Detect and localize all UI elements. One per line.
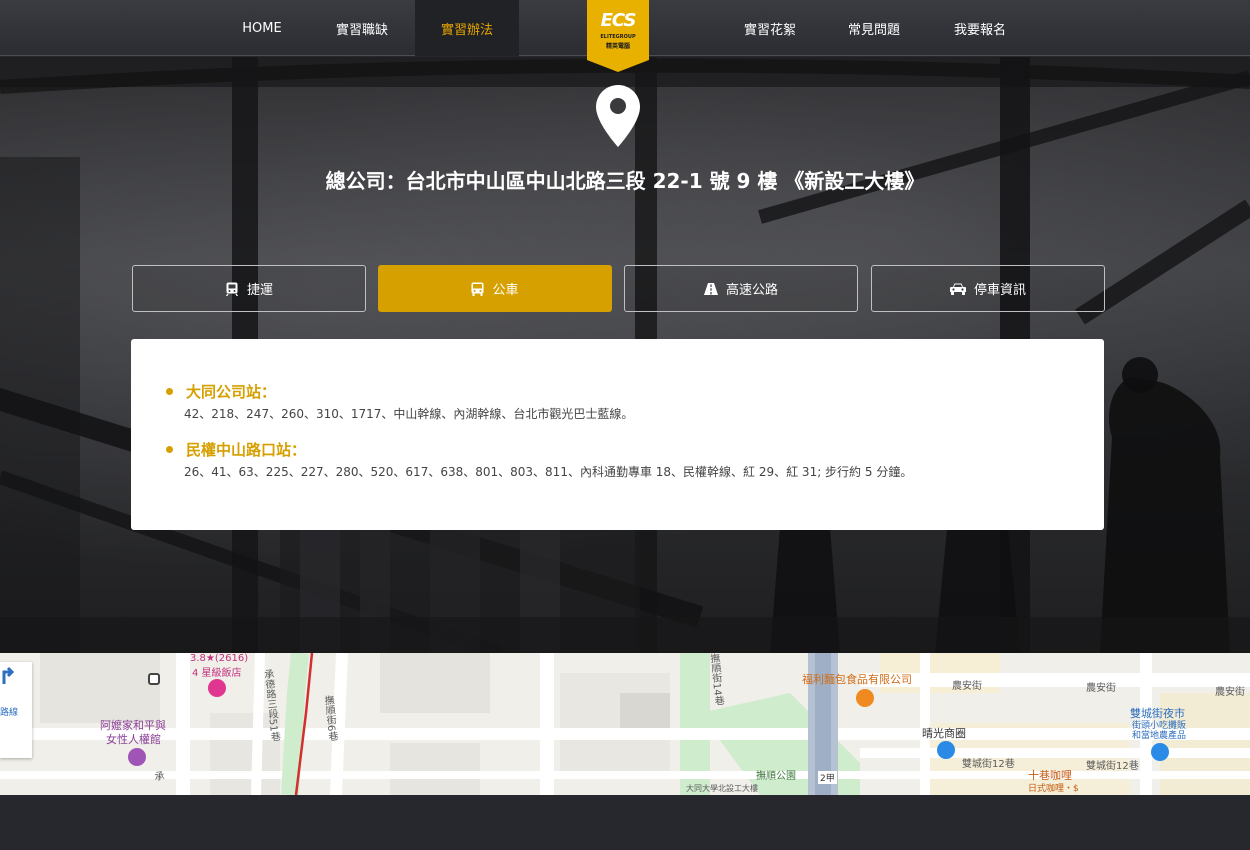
bus-stop-item: 大同公司站： 42、218、247、260、310、1717、中山幹線、內湖幹線… xyxy=(166,381,1104,422)
tab-highway[interactable]: 高速公路 xyxy=(624,265,858,312)
nav-home[interactable]: HOME xyxy=(210,0,314,56)
bus-stop-item: 民權中山路口站： 26、41、63、225、227、280、520、617、63… xyxy=(166,439,1104,480)
map-hotel-rating: 3.8★(2616) xyxy=(190,653,249,664)
map-park-label: 撫順公園 xyxy=(756,771,796,782)
map-shuangcheng-lane-2: 雙城街12巷 xyxy=(1086,761,1139,772)
bullet-icon xyxy=(166,445,173,453)
road-icon xyxy=(703,282,718,295)
page-footer xyxy=(0,795,1250,850)
bullet-icon xyxy=(166,387,173,395)
logo-subtitle-zh: 精英電腦 xyxy=(605,43,630,50)
map-nongan-street-1: 農安街 xyxy=(952,681,982,692)
map-shuangcheng-lane-1: 雙城街12巷 xyxy=(962,759,1015,770)
bus-stop-poi-icon[interactable] xyxy=(148,673,160,685)
car-icon xyxy=(949,283,966,295)
nav-internship-gallery[interactable]: 實習花絮 xyxy=(718,0,822,56)
map-market-label: 晴光商圈 xyxy=(922,727,966,740)
map-building-label: 大同大學北設工大樓 xyxy=(686,784,758,793)
bus-info-card: 大同公司站： 42、218、247、260、310、1717、中山幹線、內湖幹線… xyxy=(131,339,1104,530)
shopping-poi-icon[interactable] xyxy=(937,741,955,759)
headquarters-address: 總公司：台北市中山區中山北路三段 22-1 號 9 樓 《新設工大樓》 xyxy=(325,169,925,193)
nav-internship-jobs[interactable]: 實習職缺 xyxy=(310,0,414,56)
nav-faq[interactable]: 常見問題 xyxy=(822,0,926,56)
restaurant-poi-icon[interactable] xyxy=(856,689,874,707)
map-nongan-street-3: 農安街 xyxy=(1215,687,1245,698)
bus-stop-name: 大同公司站： xyxy=(186,382,277,401)
map-cafe-subtitle: 日式咖哩・$ xyxy=(1028,784,1079,794)
directions-icon xyxy=(2,666,15,684)
tab-parking[interactable]: 停車資訊 xyxy=(871,265,1105,312)
map-nongan-street-2: 農安街 xyxy=(1086,683,1116,694)
tab-metro[interactable]: 捷運 xyxy=(132,265,366,312)
tab-bus[interactable]: 公車 xyxy=(378,265,612,312)
hotel-poi-icon[interactable] xyxy=(208,679,226,697)
logo-subtitle-en: ELITEGROUP xyxy=(600,34,636,40)
bus-stop-routes: 42、218、247、260、310、1717、中山幹線、內湖幹線、台北市觀光巴… xyxy=(184,407,634,421)
map-night-market-line3: 和當地農產品 xyxy=(1132,731,1187,741)
tab-metro-label: 捷運 xyxy=(246,283,273,298)
bus-stop-name: 民權中山路口站： xyxy=(186,440,307,459)
tab-highway-label: 高速公路 xyxy=(725,283,778,298)
map-directions-control[interactable]: 路線 xyxy=(0,662,32,758)
hero-section: 總公司：台北市中山區中山北路三段 22-1 號 9 樓 《新設工大樓》 捷運 公… xyxy=(0,57,1250,653)
bus-icon xyxy=(471,282,484,296)
map-hotel-name: 4 星級飯店 xyxy=(192,668,242,679)
tab-parking-label: 停車資訊 xyxy=(973,283,1026,298)
company-logo[interactable]: ECS ELITEGROUP 精英電腦 xyxy=(587,0,649,72)
nav-register[interactable]: 我要報名 xyxy=(928,0,1032,56)
bus-stop-routes: 26、41、63、225、227、280、520、617、638、801、803… xyxy=(184,465,913,479)
map-bakery-label: 福利麵包食品有限公司 xyxy=(802,673,912,686)
map-bus-route-badge: 2甲 xyxy=(818,771,837,784)
map-museum-line2: 女性人權館 xyxy=(106,733,161,746)
night-market-poi-icon[interactable] xyxy=(1151,743,1169,761)
tab-bus-label: 公車 xyxy=(492,283,519,298)
logo-mark: ECS xyxy=(600,10,637,31)
embedded-map[interactable]: 路線 3.8★(2616) 4 星級飯店 阿嬤家和平與 女性人權館 承德路三段5… xyxy=(0,653,1250,795)
map-pin-icon xyxy=(596,85,640,147)
museum-poi-icon[interactable] xyxy=(128,748,146,766)
map-directions-label: 路線 xyxy=(0,708,19,718)
nav-internship-rules[interactable]: 實習辦法 xyxy=(415,0,519,56)
map-road-partial: 承 xyxy=(151,770,164,782)
metro-icon xyxy=(225,282,239,296)
